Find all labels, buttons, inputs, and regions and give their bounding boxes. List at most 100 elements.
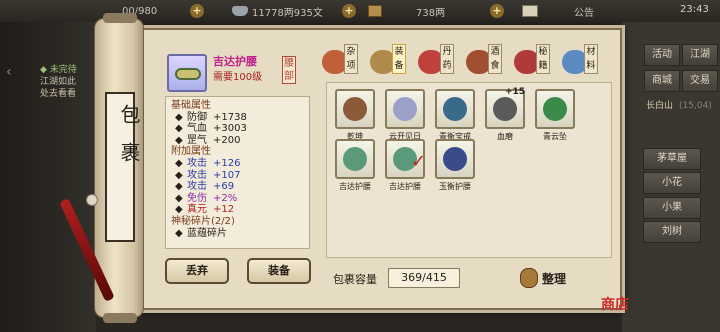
shop-stamp[interactable]: 商店 <box>601 294 629 314</box>
jianghu-button[interactable]: 江湖 <box>682 44 718 66</box>
shop-button[interactable]: 商城 <box>644 70 680 92</box>
category-label: 杂项 <box>344 44 358 74</box>
diamond-icon: ◆ <box>175 123 183 135</box>
location-name: 长白山 <box>646 101 674 111</box>
currency-3-text: 738两 <box>416 7 446 19</box>
attr-value: +1738 <box>213 111 247 123</box>
roll-cap <box>103 13 137 23</box>
category-tab[interactable]: 杂项 <box>322 44 360 80</box>
item-slot[interactable] <box>435 139 475 179</box>
activity-button[interactable]: 活动 <box>644 44 680 66</box>
currency-2-text: 11778两935文 <box>252 7 323 19</box>
fragment-label: 蓝蕴碎片 <box>187 227 227 239</box>
category-label: 丹药 <box>440 44 454 74</box>
attr-value: +3003 <box>213 123 247 135</box>
section-header: 附加属性 <box>171 146 211 158</box>
attr-value: +126 <box>213 157 241 169</box>
place-button[interactable]: 小花 <box>643 172 701 194</box>
section-header: 神秘碎片(2/2) <box>171 215 235 227</box>
capacity-value: 369/415 <box>388 268 460 288</box>
category-label: 秘籍 <box>536 44 550 74</box>
chest-icon <box>368 5 382 17</box>
selected-item-icon <box>167 54 207 92</box>
mail-icon <box>522 5 538 17</box>
item-slot[interactable] <box>435 89 475 129</box>
announcement-label: 公告 <box>574 7 594 19</box>
attr-row: ◆ 蓝蕴碎片 <box>171 228 304 240</box>
category-label: 酒食 <box>488 44 502 74</box>
equip-button[interactable]: 装备 <box>247 258 311 284</box>
plus-button-3[interactable]: + <box>490 4 504 18</box>
left-strip: ‹ ◆ 未完待 江湖如此 处去看看 <box>0 22 100 332</box>
category-tab[interactable]: 材料 <box>562 44 600 80</box>
discard-button[interactable]: 丢弃 <box>165 258 229 284</box>
item-icon <box>493 97 517 121</box>
item-slot[interactable] <box>385 89 425 129</box>
quest-line: 处去看看 <box>40 89 77 99</box>
place-button[interactable]: 小果 <box>643 197 701 219</box>
category-tab[interactable]: 秘籍 <box>514 44 552 80</box>
attr-label: 防御 <box>187 111 207 123</box>
item-label: 玉衡护腰 <box>439 182 471 191</box>
item-icon <box>443 147 467 171</box>
diamond-icon: ◆ <box>175 181 183 193</box>
location-label: 长白山 (15,04) <box>646 98 712 111</box>
category-tab[interactable]: 装备 <box>370 44 408 80</box>
announcement-button[interactable]: 公告 <box>574 4 594 19</box>
item-icon <box>443 97 467 121</box>
bag-icon[interactable] <box>520 268 538 288</box>
ingot-icon <box>232 6 248 16</box>
attr-label: 罡气 <box>187 134 207 146</box>
diamond-icon: ◆ <box>175 134 183 146</box>
attribute-box: 基础属性 ◆ 防御 +1738 ◆ 气血 +3003 ◆ 罡气 +200 附加属性 ◆ 攻击 +… <box>165 96 310 249</box>
sort-button[interactable]: 整理 <box>542 270 566 287</box>
plus-button-1[interactable]: + <box>190 4 204 18</box>
item-icon <box>343 147 367 171</box>
attr-value: +69 <box>213 181 235 193</box>
item-icon <box>343 97 367 121</box>
bead-decoration <box>86 194 98 206</box>
category-tab[interactable]: 丹药 <box>418 44 456 80</box>
mail-button[interactable] <box>522 5 538 17</box>
item-name: 吉达护腰 <box>213 55 257 68</box>
resource-3: 738两 <box>368 4 445 19</box>
resource-2: 11778两935文 <box>232 4 323 19</box>
item-icon <box>543 97 567 121</box>
item-slot[interactable] <box>535 89 575 129</box>
item-slot[interactable] <box>335 89 375 129</box>
category-label: 材料 <box>584 44 598 74</box>
attr-row: ◆ 罡气 +200 <box>171 135 304 147</box>
place-button[interactable]: 茅草屋 <box>643 148 701 170</box>
attr-value: +2% <box>213 192 238 204</box>
category-label: 装备 <box>392 44 406 74</box>
quest-tracker[interactable]: ◆ 未完待 江湖如此 处去看看 <box>40 64 95 100</box>
diamond-icon: ◆ <box>175 192 183 204</box>
selected-check-icon: ✓ <box>411 151 427 172</box>
bottom-bar <box>96 310 622 332</box>
panel-title-text: 包裹 <box>117 104 141 180</box>
item-slot-tag: 腰部 <box>282 56 296 84</box>
item-icon <box>393 97 417 121</box>
back-arrow-icon[interactable]: ‹ <box>6 64 12 80</box>
plus-button-2[interactable]: + <box>342 4 356 18</box>
attr-row: ◆ 免伤 +2% <box>171 193 304 205</box>
diamond-icon: ◆ <box>175 157 183 169</box>
roll-cap <box>103 313 137 323</box>
diamond-icon: ◆ <box>175 111 183 123</box>
attr-label: 攻击 <box>187 157 207 169</box>
attr-row: ◆ 攻击 +69 <box>171 181 304 193</box>
item-slot[interactable] <box>335 139 375 179</box>
location-coords: (15,04) <box>679 101 712 111</box>
attr-value: +107 <box>213 169 241 181</box>
attr-value: +200 <box>213 134 241 146</box>
section-header: 基础属性 <box>171 100 211 111</box>
trade-button[interactable]: 交易 <box>682 70 718 92</box>
plus-icon: + <box>190 4 204 18</box>
quest-line: 江湖如此 <box>40 77 77 87</box>
attr-label: 真元 <box>187 204 207 216</box>
belt-icon <box>175 68 201 80</box>
attr-label: 气血 <box>187 123 207 135</box>
clock: 23:43 <box>680 4 709 15</box>
place-button[interactable]: 刘树 <box>643 221 701 243</box>
category-tab[interactable]: 酒食 <box>466 44 504 80</box>
